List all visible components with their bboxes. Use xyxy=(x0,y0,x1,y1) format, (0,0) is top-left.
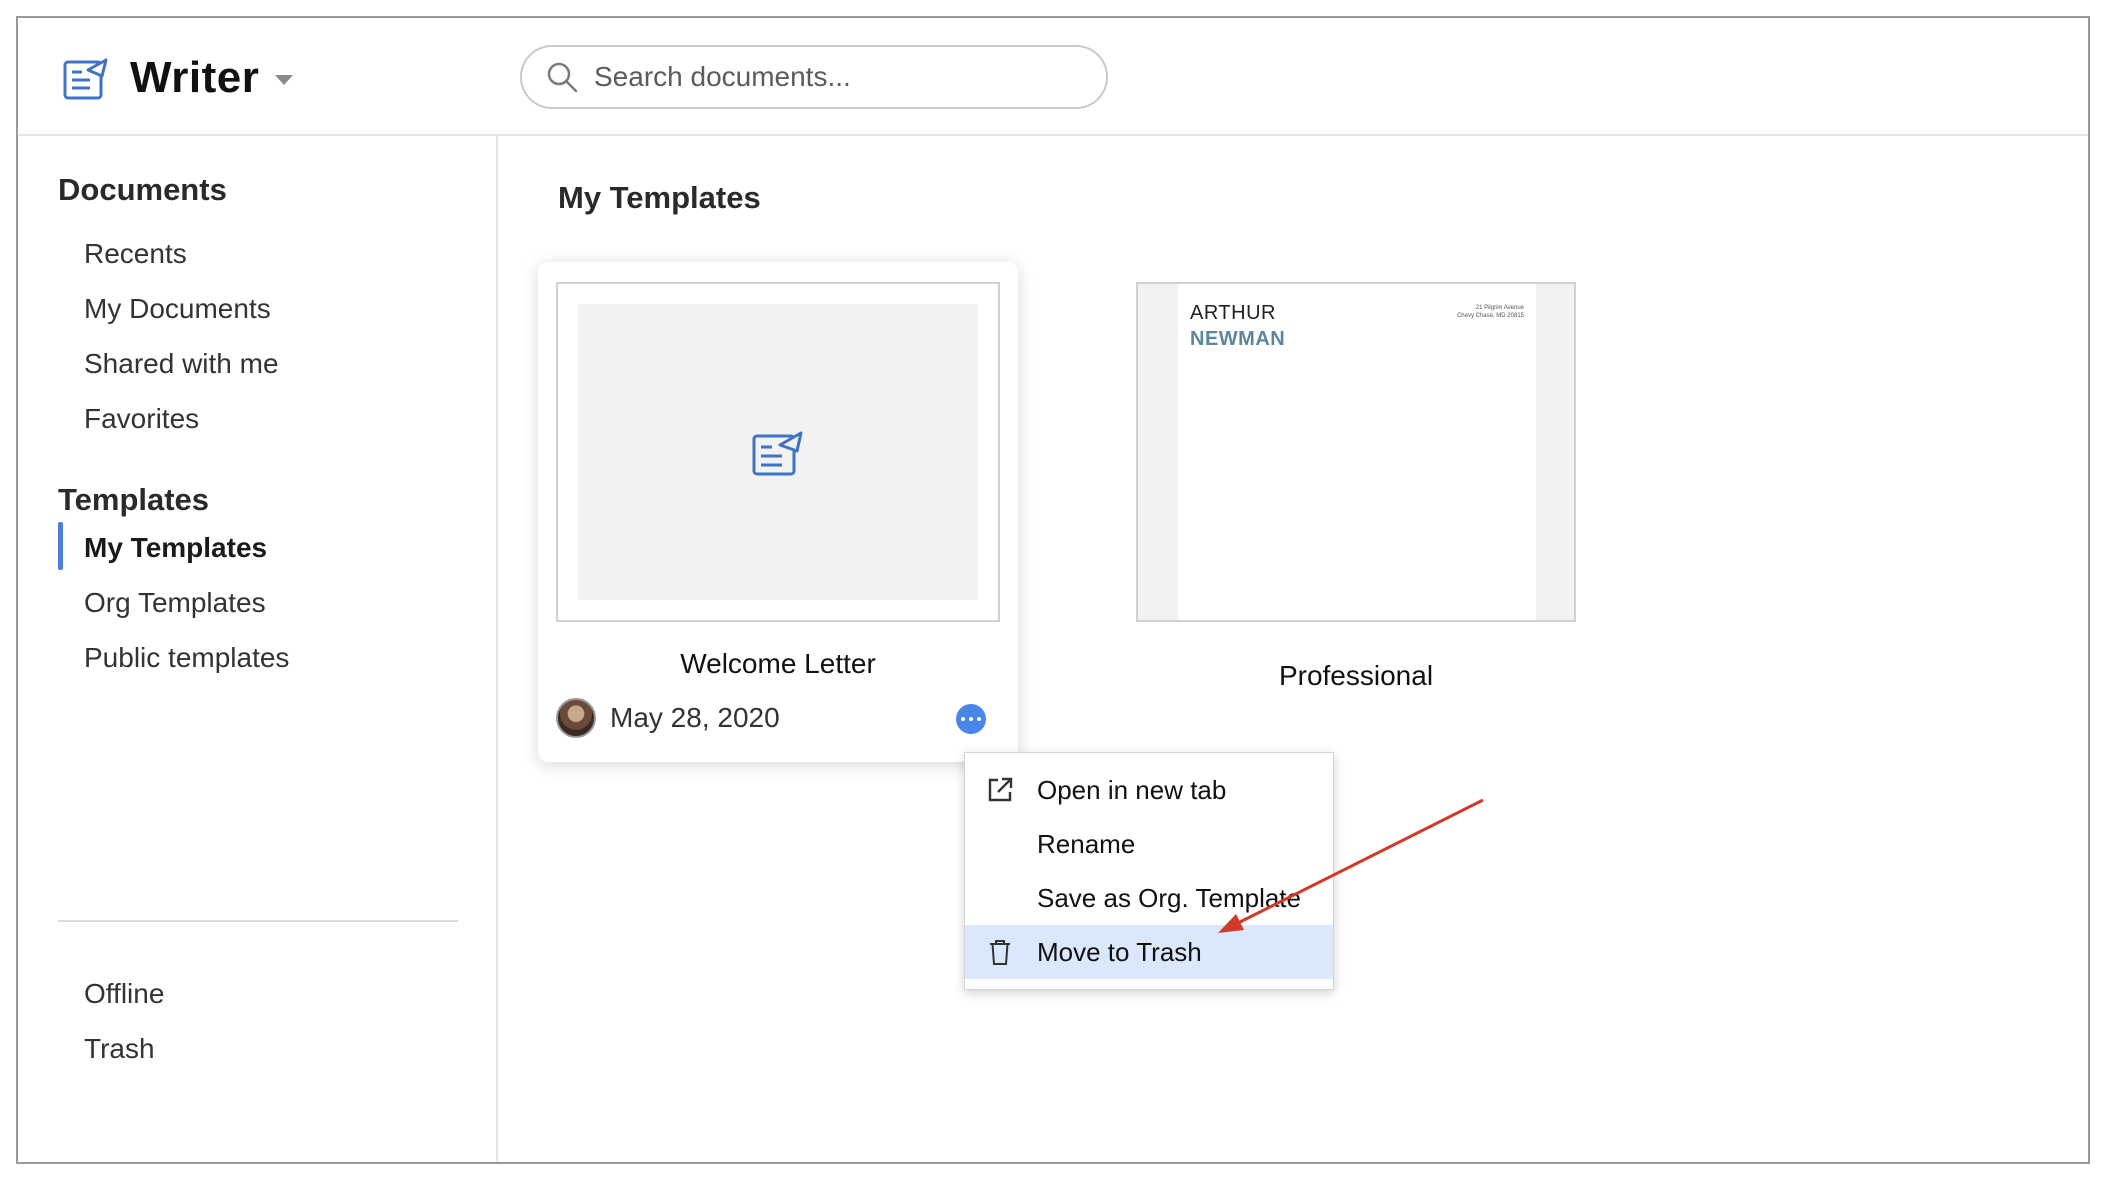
search-icon xyxy=(547,62,578,93)
dot xyxy=(969,717,973,721)
document-icon xyxy=(752,431,803,476)
sidebar-item-offline[interactable]: Offline xyxy=(84,978,164,1010)
dot xyxy=(977,717,981,721)
menu-item-label: Move to Trash xyxy=(1037,936,1202,967)
sidebar-item-my-documents[interactable]: My Documents xyxy=(84,293,271,325)
template-date: May 28, 2020 xyxy=(610,702,780,733)
sidebar: Documents Recents My Documents Shared wi… xyxy=(18,136,498,1162)
letter-preview: ARTHUR NEWMAN 21 Pilgrim Avenue Chevy Ch… xyxy=(1178,284,1536,620)
sidebar-item-trash[interactable]: Trash xyxy=(84,1033,155,1065)
template-thumbnail[interactable]: ARTHUR NEWMAN 21 Pilgrim Avenue Chevy Ch… xyxy=(1136,282,1576,622)
menu-item-rename[interactable]: Rename xyxy=(965,817,1333,871)
app-window: Writer Documents Recents My Documents Sh… xyxy=(16,16,2090,1164)
sidebar-item-my-templates[interactable]: My Templates xyxy=(84,532,267,564)
preview-first-name: ARTHUR xyxy=(1190,302,1276,324)
sidebar-item-public-templates[interactable]: Public templates xyxy=(84,642,289,674)
search-box[interactable] xyxy=(520,45,1108,109)
documents-heading: Documents xyxy=(58,172,227,207)
top-header: Writer xyxy=(18,18,2088,136)
sidebar-item-recents[interactable]: Recents xyxy=(84,238,187,270)
template-card-professional[interactable]: ARTHUR NEWMAN 21 Pilgrim Avenue Chevy Ch… xyxy=(1136,282,1576,702)
menu-item-label: Save as Org. Template xyxy=(1037,882,1301,913)
writer-logo-icon xyxy=(63,58,108,100)
more-options-button[interactable] xyxy=(956,704,986,734)
preview-address-line: 21 Pilgrim Avenue xyxy=(1475,305,1524,311)
context-menu: Open in new tab Rename Save as Org. Temp… xyxy=(964,752,1334,990)
sidebar-item-shared-with-me[interactable]: Shared with me xyxy=(84,348,279,380)
template-name[interactable]: Professional xyxy=(1136,660,1576,692)
sidebar-divider xyxy=(58,920,458,922)
template-card-welcome-letter[interactable]: Welcome Letter May 28, 2020 xyxy=(538,262,1018,762)
external-link-icon xyxy=(988,777,1013,802)
chevron-down-icon[interactable] xyxy=(275,75,294,85)
menu-item-label: Rename xyxy=(1037,828,1136,859)
menu-item-label: Open in new tab xyxy=(1037,774,1227,805)
thumbnail-placeholder xyxy=(578,304,978,600)
menu-item-open-in-new-tab[interactable]: Open in new tab xyxy=(965,763,1333,817)
template-meta: May 28, 2020 xyxy=(556,698,780,738)
avatar xyxy=(556,698,596,738)
templates-heading: Templates xyxy=(58,482,210,517)
dot xyxy=(961,717,965,721)
sidebar-item-org-templates[interactable]: Org Templates xyxy=(84,587,266,619)
preview-address-line: Chevy Chase, MD 20815 xyxy=(1456,313,1524,319)
app-title: Writer xyxy=(130,53,260,102)
preview-address: 21 Pilgrim Avenue Chevy Chase, MD 20815 xyxy=(1457,304,1524,320)
template-name[interactable]: Welcome Letter xyxy=(538,648,1018,680)
page-title: My Templates xyxy=(558,180,761,215)
template-thumbnail[interactable] xyxy=(556,282,1000,622)
menu-item-move-to-trash[interactable]: Move to Trash xyxy=(965,925,1333,979)
app-brand[interactable]: Writer xyxy=(62,48,294,108)
main-content: My Templates Welcome Letter May 28, 2020 xyxy=(500,136,2088,1162)
sidebar-item-favorites[interactable]: Favorites xyxy=(84,403,199,435)
menu-item-save-as-org-template[interactable]: Save as Org. Template xyxy=(965,871,1333,925)
active-indicator xyxy=(58,522,63,570)
search-input[interactable] xyxy=(594,61,1074,93)
trash-icon xyxy=(990,940,1010,965)
preview-last-name: NEWMAN xyxy=(1190,328,1286,350)
